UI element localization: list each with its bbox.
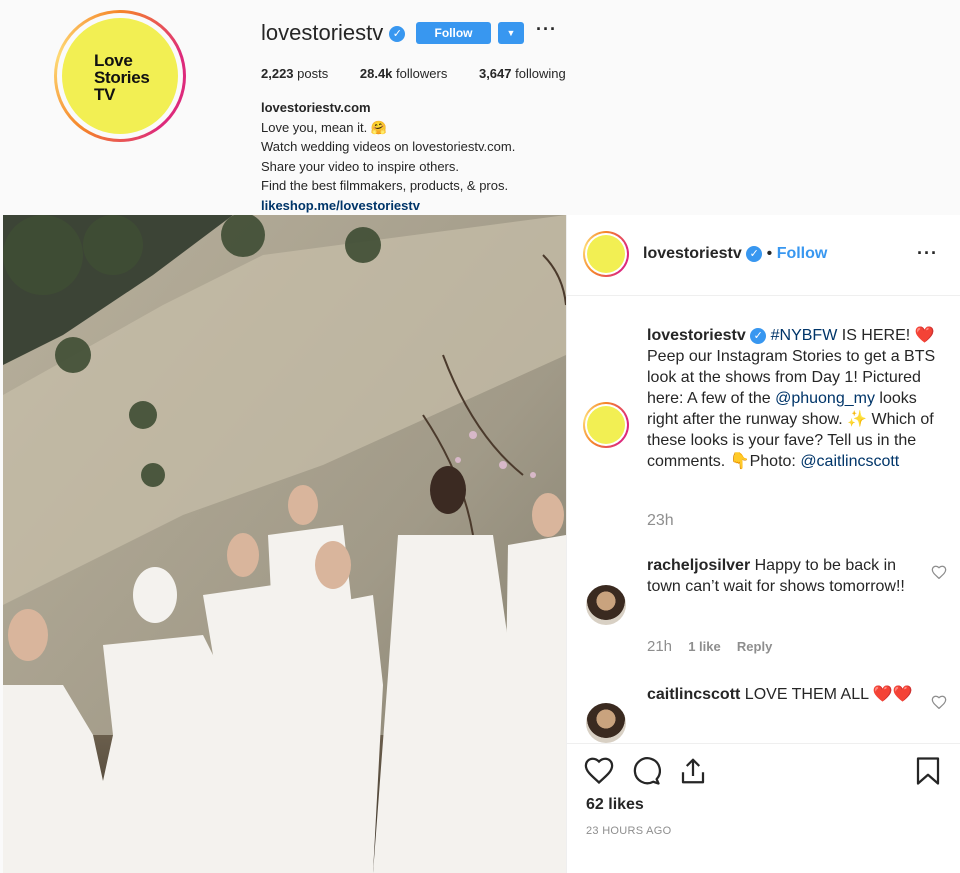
heart-outline-icon[interactable] bbox=[931, 565, 947, 584]
verified-badge-icon: ✓ bbox=[746, 245, 763, 262]
logo-line: TV bbox=[94, 85, 116, 104]
caption-hashtag[interactable]: #NYBFW bbox=[771, 327, 838, 344]
post-caption: lovestoriestv ✓ #NYBFW IS HERE! ❤️ Peep … bbox=[647, 325, 942, 472]
comment-meta: 21h 1 like Reply bbox=[647, 638, 772, 655]
comment: caitlincscott LOVE THEM ALL ❤️❤️ bbox=[647, 684, 922, 705]
post-follow-button[interactable]: Follow bbox=[777, 245, 828, 262]
caption-mention[interactable]: @phuong_my bbox=[775, 390, 875, 407]
logo-line: Stories bbox=[94, 68, 150, 87]
post-more-icon[interactable]: ··· bbox=[917, 243, 938, 264]
caption-time: 23h bbox=[647, 512, 674, 529]
stat-followers[interactable]: 28.4k followers bbox=[360, 66, 447, 81]
likes-count[interactable]: 62 likes bbox=[586, 796, 644, 814]
stat-following[interactable]: 3,647 following bbox=[479, 66, 566, 81]
stat-posts[interactable]: 2,223 posts bbox=[261, 66, 328, 81]
comment-time: 21h bbox=[647, 638, 673, 655]
post-photo-image bbox=[3, 215, 566, 873]
heart-outline-icon[interactable] bbox=[931, 695, 947, 714]
post-photo[interactable] bbox=[3, 215, 566, 873]
bio-name: lovestoriestv.com bbox=[261, 100, 371, 115]
comment-avatar[interactable] bbox=[586, 585, 626, 625]
reply-button[interactable]: Reply bbox=[737, 639, 772, 654]
post-panel: lovestoriestv ✓ • Follow ··· lovestories… bbox=[566, 215, 960, 873]
comment-avatar[interactable] bbox=[586, 703, 626, 743]
comment-text: LOVE THEM ALL ❤️❤️ bbox=[740, 686, 913, 703]
bio-line: Love you, mean it. 🤗 bbox=[261, 119, 388, 135]
caption-username[interactable]: lovestoriestv bbox=[647, 327, 746, 344]
follow-button[interactable]: Follow bbox=[416, 22, 491, 44]
comment-username[interactable]: caitlincscott bbox=[647, 686, 740, 703]
profile-avatar[interactable]: Love Stories TV bbox=[54, 10, 186, 142]
stat-label: following bbox=[515, 66, 566, 81]
profile-bio: lovestoriestv.com Love you, mean it. 🤗 W… bbox=[261, 98, 515, 215]
post-header: lovestoriestv ✓ • Follow bbox=[643, 245, 827, 263]
comment: racheljosilver Happy to be back in town … bbox=[647, 555, 922, 597]
stat-value: 28.4k bbox=[359, 66, 393, 81]
post-timestamp: 23 HOURS AGO bbox=[586, 825, 672, 837]
verified-badge-icon: ✓ bbox=[389, 26, 406, 43]
bio-link[interactable]: likeshop.me/lovestoriestv bbox=[261, 196, 515, 216]
post-header-avatar[interactable] bbox=[583, 231, 629, 277]
stat-label: posts bbox=[297, 66, 329, 81]
chevron-down-icon[interactable]: ▼ bbox=[498, 22, 524, 44]
more-options-icon[interactable]: ··· bbox=[536, 20, 557, 38]
post-header-username[interactable]: lovestoriestv bbox=[643, 245, 742, 262]
bio-line: Watch wedding videos on lovestoriestv.co… bbox=[261, 139, 516, 154]
comment-username[interactable]: racheljosilver bbox=[647, 557, 750, 574]
separator-dot: • bbox=[766, 245, 773, 262]
stat-value: 3,647 bbox=[478, 66, 512, 81]
profile-stats: 2,223 posts 28.4k followers 3,647 follow… bbox=[261, 66, 594, 81]
bookmark-icon[interactable] bbox=[915, 756, 941, 791]
like-icon[interactable] bbox=[584, 756, 614, 789]
stat-value: 2,223 bbox=[261, 66, 294, 81]
logo-line: Love bbox=[94, 51, 133, 70]
profile-username-text: lovestoriestv bbox=[261, 20, 384, 45]
divider bbox=[567, 295, 960, 296]
profile-logo: Love Stories TV bbox=[94, 52, 150, 103]
caption-mention[interactable]: @caitlincscott bbox=[800, 453, 899, 470]
comment-icon[interactable] bbox=[631, 756, 661, 791]
share-icon[interactable] bbox=[678, 756, 708, 791]
caption-avatar[interactable] bbox=[583, 402, 629, 448]
comment-likes[interactable]: 1 like bbox=[688, 639, 721, 654]
verified-badge-icon: ✓ bbox=[750, 327, 767, 344]
bio-line: Find the best filmmakers, products, & pr… bbox=[261, 178, 509, 193]
divider bbox=[567, 743, 960, 744]
profile-username: lovestoriestv ✓ bbox=[261, 20, 406, 46]
bio-line: Share your video to inspire others. bbox=[261, 158, 459, 174]
stat-label: followers bbox=[396, 66, 448, 81]
